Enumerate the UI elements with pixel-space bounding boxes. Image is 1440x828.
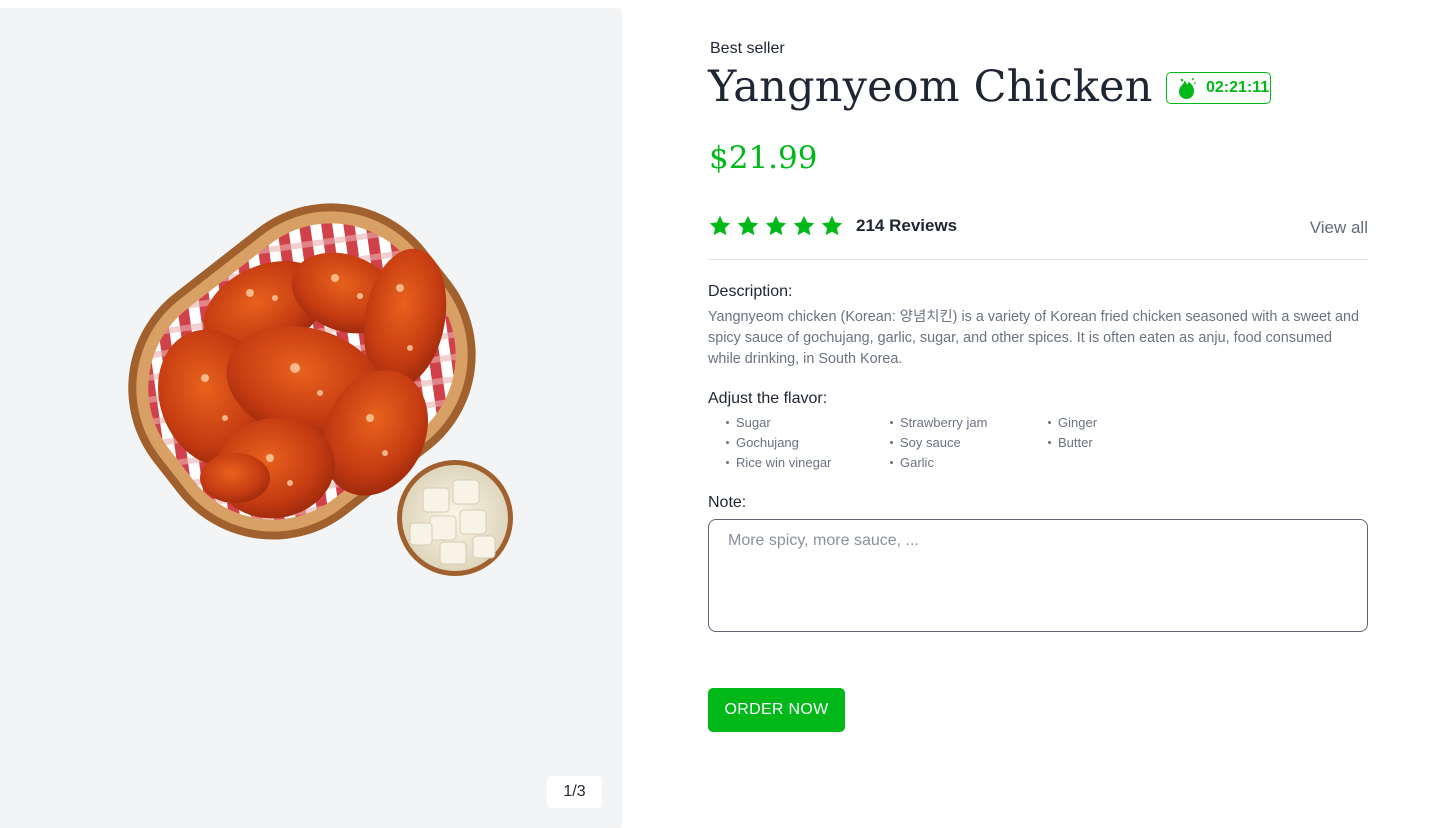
review-count: 214 Reviews	[856, 216, 958, 235]
star-icon	[737, 215, 759, 236]
star-icon	[765, 215, 787, 236]
product-gallery: 1/3	[0, 8, 622, 828]
product-title: Yangnyeom Chicken	[708, 62, 1153, 112]
description-label: Description:	[708, 283, 793, 300]
description-text: Yangnyeom chicken (Korean: 양념치킨) is a va…	[708, 309, 1360, 367]
flavor-label: Adjust the flavor:	[708, 390, 828, 407]
flavor-item[interactable]: Sugar	[726, 415, 771, 430]
flavor-item[interactable]: Ginger	[1048, 415, 1097, 430]
product-badge-text: Best seller	[710, 40, 785, 57]
flavor-list: Sugar Gochujang Rice win vinegar Strawbe…	[726, 415, 1146, 477]
product-image[interactable]	[105, 178, 525, 588]
divider	[708, 259, 1368, 260]
star-icon	[793, 215, 815, 236]
rating-row: 214 Reviews	[708, 214, 957, 238]
star-icon	[821, 215, 843, 236]
product-price: $21.99	[709, 140, 818, 176]
image-counter: 1/3	[547, 776, 602, 808]
countdown-timer: 02:21:11	[1166, 72, 1271, 104]
flavor-item[interactable]: Butter	[1048, 435, 1093, 450]
flavor-item[interactable]: Soy sauce	[890, 435, 961, 450]
timer-value: 02:21:11	[1206, 79, 1270, 96]
star-rating	[708, 214, 844, 238]
order-now-button[interactable]: ORDER NOW	[708, 688, 845, 732]
flavor-item[interactable]: Gochujang	[726, 435, 799, 450]
star-icon	[709, 215, 731, 236]
flavor-item[interactable]: Garlic	[890, 455, 934, 470]
flavor-item[interactable]: Strawberry jam	[890, 415, 987, 430]
note-input[interactable]	[708, 519, 1368, 632]
note-label: Note:	[708, 494, 747, 511]
flavor-item[interactable]: Rice win vinegar	[726, 455, 831, 470]
fire-icon	[1179, 78, 1196, 99]
view-all-reviews-link[interactable]: View all	[1310, 218, 1368, 238]
